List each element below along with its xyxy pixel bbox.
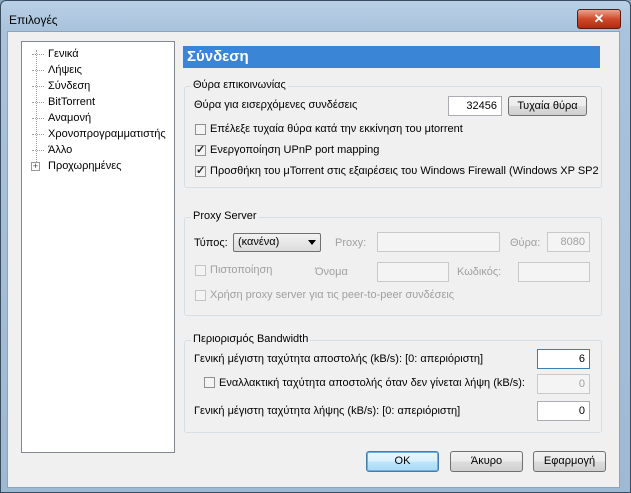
download-limit-input[interactable]: 0 [537,401,590,421]
alt-upload-label: Εναλλακτική ταχύτητα αποστολής όταν δεν … [219,377,525,389]
incoming-port-input[interactable]: 32456 [448,96,502,116]
proxy-type-label: Τύπος: [194,237,228,249]
random-port-on-start-label: Επέλεξε τυχαία θύρα κατά την εκκίνηση το… [210,123,463,135]
proxy-type-select[interactable]: (κανένα) [233,233,321,252]
ok-button[interactable]: OK [366,451,439,472]
upnp-checkbox[interactable] [195,143,206,156]
proxy-auth-label: Πιστοποίηση [210,264,273,276]
alt-upload-input[interactable]: 0 [537,374,590,394]
port-group-title: Θύρα επικοινωνίας [191,79,288,91]
download-limit-label: Γενική μέγιστη ταχύτητα λήψης (kB/s): [0… [194,405,461,417]
proxy-p2p-label: Χρήση proxy server για τις peer-to-peer … [210,289,455,301]
proxy-group-title: Proxy Server [191,210,259,222]
tree-item-queue[interactable]: Αναμονή [32,111,91,126]
proxy-type-value: (κανένα) [238,236,280,248]
proxy-auth-checkbox[interactable] [195,265,206,276]
proxy-p2p-checkbox[interactable] [195,290,206,301]
tree-item-general[interactable]: Γενικά [32,47,79,62]
proxy-host-label: Proxy: [335,237,367,249]
apply-button[interactable]: Εφαρμογή [533,451,606,472]
firewall-exception-checkbox[interactable] [195,164,206,177]
tree-item-connection[interactable]: Σύνδεση [32,79,90,94]
proxy-host-input[interactable] [377,232,500,252]
tree-item-scheduler[interactable]: Χρονοπρογραμματιστής [32,127,166,142]
close-icon[interactable]: ✕ [577,9,621,29]
proxy-password-input[interactable] [518,262,590,282]
page-title: Σύνδεση [183,46,600,68]
dropdown-arrow-icon [308,240,316,245]
proxy-username-label: Όνομα [315,266,348,278]
category-tree: Γενικά Λήψεις Σύνδεση BitTorrent Αναμονή… [21,41,175,453]
upload-limit-input[interactable]: 6 [537,349,590,369]
cancel-button[interactable]: Άκυρο [450,451,523,472]
window-title: Επιλογές [9,13,58,27]
title-bar[interactable]: Επιλογές ✕ [1,1,630,31]
upnp-label: Ενεργοποίηση UPnP port mapping [210,144,380,156]
incoming-port-label: Θύρα για εισερχόμενες συνδέσεις [194,99,358,111]
bandwidth-group-title: Περιορισμός Bandwidth [191,333,311,345]
tree-item-advanced[interactable]: Προχωρημένες [48,159,121,174]
proxy-port-input[interactable]: 8080 [547,232,590,252]
tree-item-bittorrent[interactable]: BitTorrent [32,95,95,110]
tree-item-other[interactable]: Άλλο [32,143,72,158]
proxy-password-label: Κωδικός: [457,266,502,278]
proxy-username-input[interactable] [377,262,449,282]
expand-plus-icon[interactable]: + [31,162,40,171]
random-port-button[interactable]: Τυχαία θύρα [508,96,587,116]
alt-upload-checkbox[interactable] [204,377,215,388]
firewall-exception-label: Προσθήκη του μTorrent στις εξαιρέσεις το… [210,165,599,177]
proxy-port-label: Θύρα: [510,237,541,249]
random-port-on-start-checkbox[interactable] [195,124,206,135]
tree-item-downloads[interactable]: Λήψεις [32,63,82,78]
upload-limit-label: Γενική μέγιστη ταχύτητα αποστολής (kB/s)… [194,353,484,365]
